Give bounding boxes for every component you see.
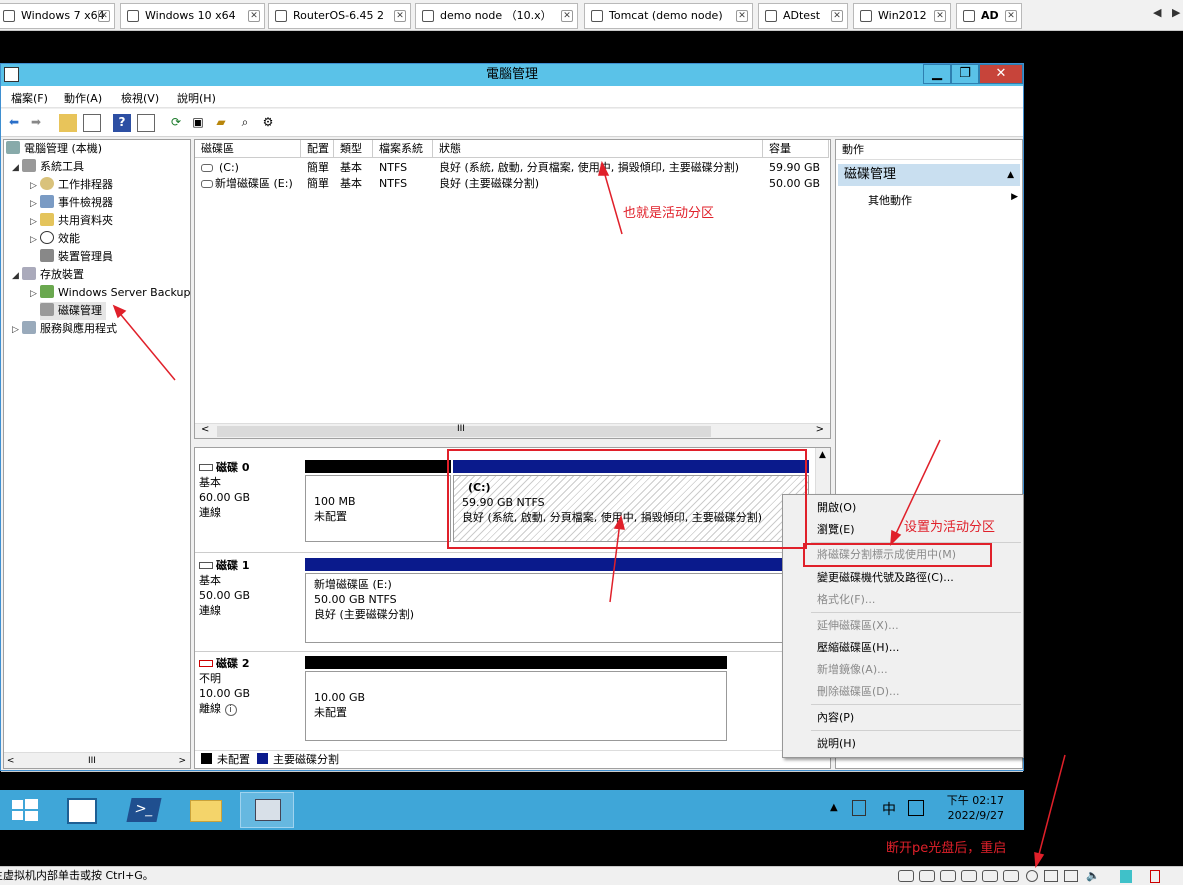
arrow-to-cdrom — [1036, 754, 1066, 863]
arrow-to-disk-management — [116, 309, 176, 381]
arrow-to-menu-item — [892, 439, 941, 541]
arrow-head — [112, 304, 127, 319]
arrow-head — [613, 514, 625, 530]
arrow-head — [1034, 852, 1045, 869]
arrow-to-status — [602, 167, 623, 235]
arrow-to-partition — [609, 521, 621, 603]
arrow-head — [598, 160, 610, 176]
annotation-arrows — [112, 160, 1066, 869]
arrow-head — [890, 529, 902, 546]
